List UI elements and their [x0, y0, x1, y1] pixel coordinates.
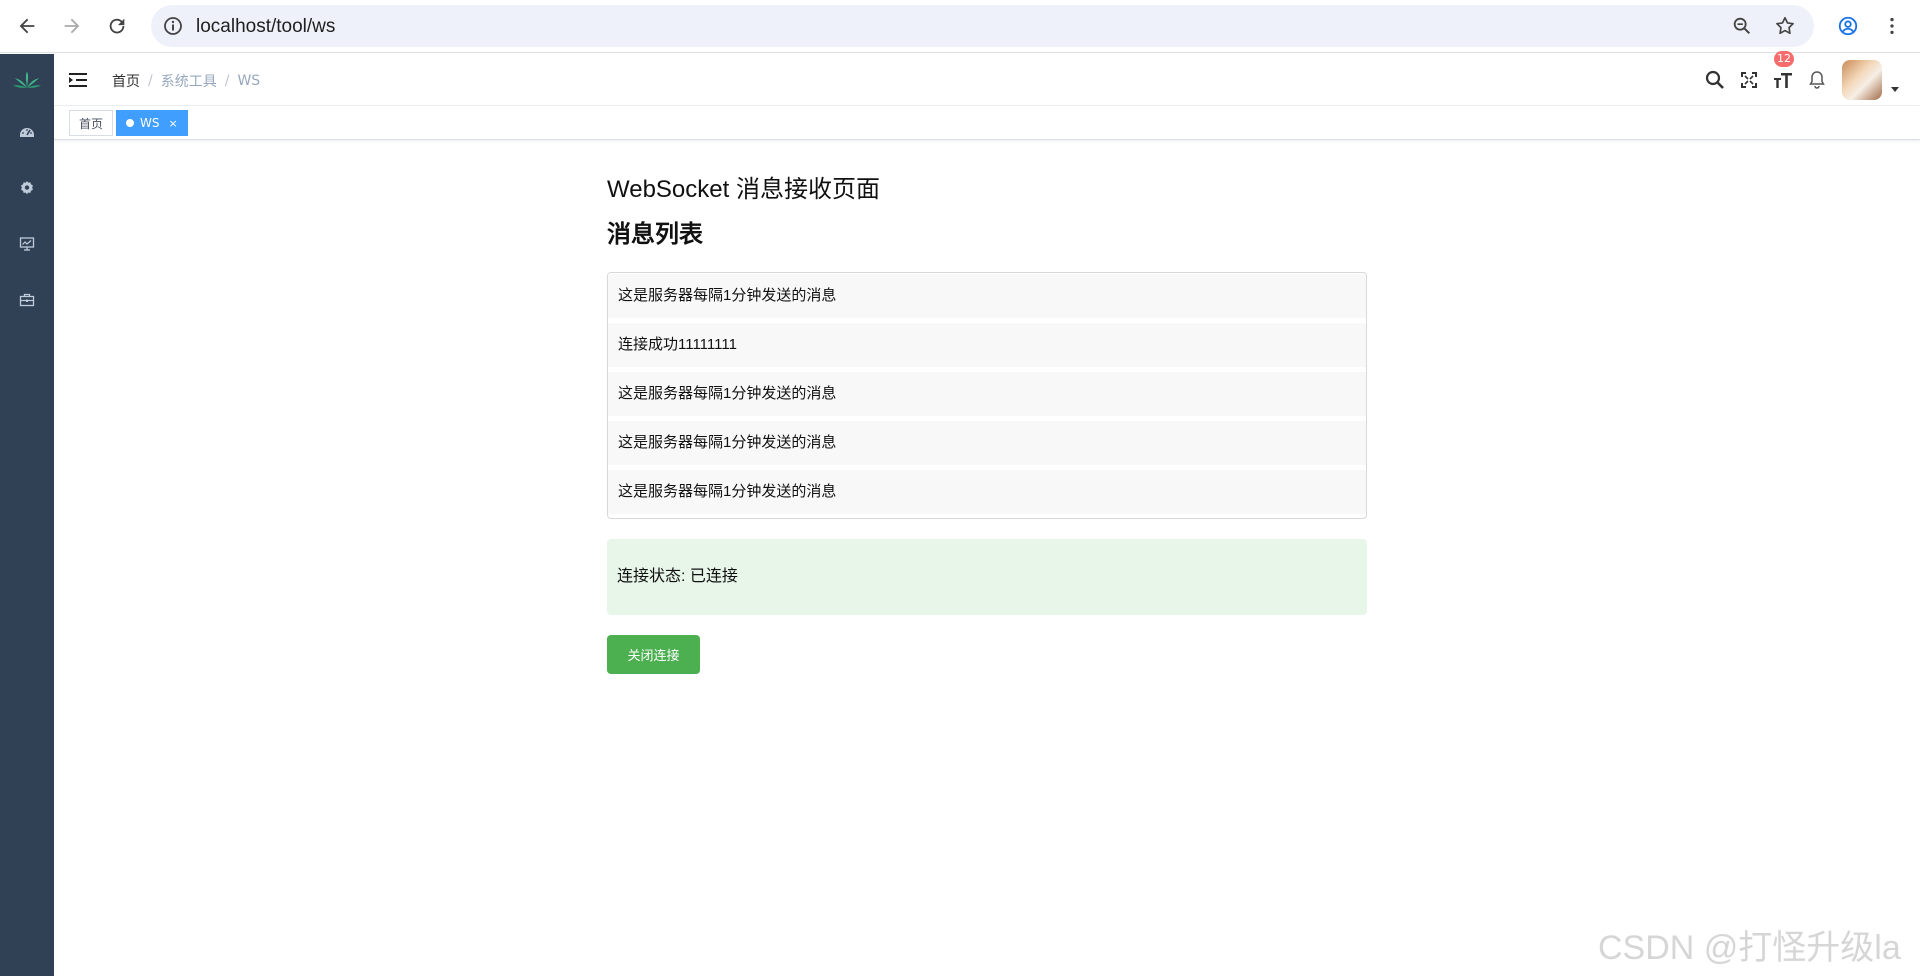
forward-button[interactable] [56, 10, 88, 42]
avatar[interactable] [1842, 60, 1882, 100]
toolbox-icon [19, 293, 35, 307]
breadcrumb-separator: / [224, 73, 230, 89]
breadcrumb-separator: / [148, 73, 153, 89]
kebab-menu-icon [1890, 17, 1894, 35]
breadcrumb-ws: WS [237, 73, 261, 89]
message-item: 这是服务器每隔1分钟发送的消息 [608, 372, 1366, 416]
tag-label: WS [140, 116, 160, 130]
tag-label: 首页 [79, 116, 104, 131]
tags-view: 首页 WS × [54, 106, 1920, 140]
search-icon [1705, 70, 1724, 89]
tag-home[interactable]: 首页 [69, 110, 114, 136]
reload-icon [109, 18, 125, 34]
breadcrumb: 首页 / 系统工具 / WS [112, 71, 260, 91]
tag-close-icon[interactable]: × [168, 117, 177, 130]
reload-button[interactable] [101, 10, 133, 42]
breadcrumb-system-tools: 系统工具 [160, 74, 217, 90]
notification-badge: 12 [1774, 51, 1794, 67]
bookmark-button[interactable] [1774, 15, 1796, 37]
dashboard-icon [20, 128, 34, 137]
watermark: CSDN @打怪升级la [1598, 929, 1901, 967]
logo-icon [12, 71, 42, 88]
font-size-button[interactable] [1772, 69, 1794, 91]
zoom-button[interactable] [1731, 15, 1753, 37]
browser-toolbar: localhost/tool/ws [0, 0, 1920, 53]
url-text[interactable]: localhost/tool/ws [196, 16, 335, 38]
page-title: WebSocket 消息接收页面 [607, 176, 880, 203]
close-connection-button[interactable]: 关闭连接 [607, 635, 700, 674]
star-icon [1776, 16, 1794, 35]
breadcrumb-home[interactable]: 首页 [112, 71, 140, 91]
gear-icon [21, 181, 33, 195]
message-list: 这是服务器每隔1分钟发送的消息 连接成功11111111 这是服务器每隔1分钟发… [607, 272, 1367, 519]
caret-down-icon[interactable] [1890, 84, 1900, 94]
profile-button[interactable] [1832, 10, 1864, 42]
notification-button[interactable] [1806, 69, 1828, 91]
top-navbar: 首页 / 系统工具 / WS [54, 54, 1920, 106]
sidebar-item-system[interactable] [0, 168, 54, 208]
hamburger-icon[interactable] [68, 70, 88, 90]
font-size-icon [1774, 73, 1792, 88]
arrow-right-icon [64, 18, 80, 34]
sidebar-item-tools[interactable] [0, 280, 54, 320]
zoom-icon [1733, 17, 1751, 35]
browser-menu-button[interactable] [1876, 10, 1908, 42]
active-dot-icon [126, 119, 134, 127]
message-item: 连接成功11111111 [608, 323, 1366, 367]
main-content: WebSocket 消息接收页面 消息列表 这是服务器每隔1分钟发送的消息 连接… [607, 170, 1367, 674]
message-item: 这是服务器每隔1分钟发送的消息 [608, 470, 1366, 514]
info-icon[interactable] [163, 16, 183, 36]
message-item: 这是服务器每隔1分钟发送的消息 [608, 421, 1366, 465]
sidebar-item-dashboard[interactable] [0, 112, 54, 152]
sidebar-logo[interactable] [0, 60, 54, 100]
back-button[interactable] [11, 10, 43, 42]
sidebar-item-monitor[interactable] [0, 224, 54, 264]
monitor-icon [19, 237, 35, 251]
header-search-button[interactable] [1704, 69, 1726, 91]
arrow-left-icon [19, 18, 35, 34]
account-icon [1838, 16, 1858, 36]
fullscreen-button[interactable] [1738, 69, 1760, 91]
tag-ws[interactable]: WS × [116, 110, 188, 136]
message-list-title: 消息列表 [607, 221, 703, 248]
fullscreen-icon [1741, 72, 1757, 88]
sidebar [0, 54, 54, 976]
address-bar[interactable]: localhost/tool/ws [151, 5, 1814, 47]
message-item: 这是服务器每隔1分钟发送的消息 [608, 274, 1366, 318]
bell-icon [1809, 71, 1825, 89]
connection-status: 连接状态: 已连接 [607, 539, 1367, 615]
